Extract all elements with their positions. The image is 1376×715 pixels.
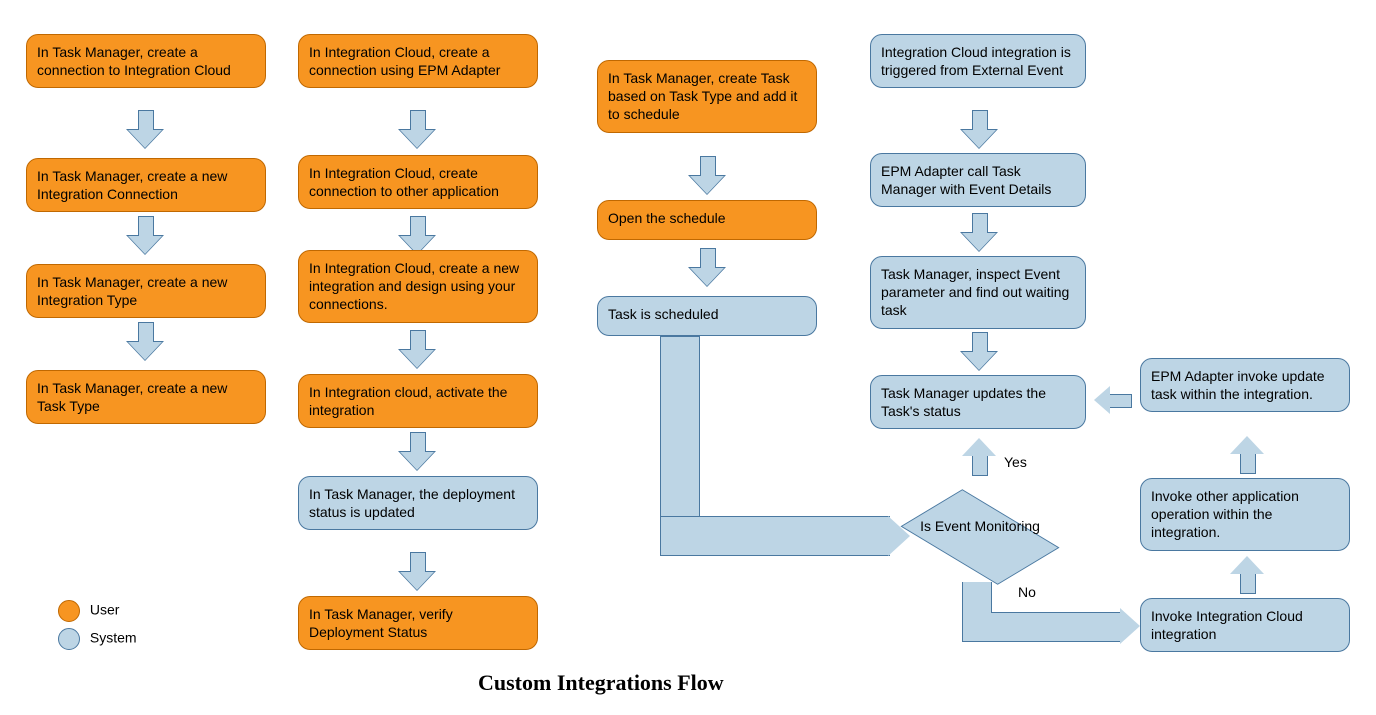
- col2-box2: In Integration Cloud, create connection …: [298, 155, 538, 209]
- down-arrow-icon: [400, 216, 434, 246]
- join-patch: [661, 517, 699, 537]
- col2-box1: In Integration Cloud, create a connectio…: [298, 34, 538, 88]
- legend-system-label: System: [90, 630, 137, 646]
- col1-box3: In Task Manager, create a new Integratio…: [26, 264, 266, 318]
- down-arrow-icon: [690, 156, 724, 196]
- up-arrow-icon: [1230, 554, 1264, 594]
- col2-box4: In Integration cloud, activate the integ…: [298, 374, 538, 428]
- up-arrow-icon: [962, 436, 996, 476]
- up-arrow-icon: [1230, 434, 1264, 474]
- col2-box5: In Task Manager, the deployment status i…: [298, 476, 538, 530]
- col3-box3: Task is scheduled: [597, 296, 817, 336]
- user-dot-icon: [58, 600, 80, 622]
- col4-box2: EPM Adapter call Task Manager with Event…: [870, 153, 1086, 207]
- col3-box2: Open the schedule: [597, 200, 817, 240]
- decision-yes-label: Yes: [1004, 454, 1027, 470]
- decision-no-label: No: [1018, 584, 1036, 600]
- col1-box1: In Task Manager, create a connection to …: [26, 34, 266, 88]
- down-arrow-icon: [962, 213, 996, 253]
- col2-box3: In Integration Cloud, create a new integ…: [298, 250, 538, 323]
- elbow-connector: [660, 336, 700, 536]
- down-arrow-icon: [400, 432, 434, 472]
- diagram-title: Custom Integrations Flow: [478, 670, 724, 696]
- col5-box1: EPM Adapter invoke update task within th…: [1140, 358, 1350, 412]
- legend-system: System: [58, 628, 137, 650]
- down-arrow-icon: [962, 110, 996, 150]
- legend-user: User: [58, 600, 119, 622]
- down-arrow-icon: [400, 552, 434, 592]
- down-arrow-icon: [400, 330, 434, 370]
- down-arrow-icon: [128, 216, 162, 256]
- decision-diamond: [900, 489, 1059, 585]
- col3-box1: In Task Manager, create Task based on Ta…: [597, 60, 817, 133]
- col5-box3: Invoke Integration Cloud integration: [1140, 598, 1350, 652]
- decision-label: Is Event Monitoring: [910, 518, 1050, 534]
- col1-box2: In Task Manager, create a new Integratio…: [26, 158, 266, 212]
- col2-box6: In Task Manager, verify Deployment Statu…: [298, 596, 538, 650]
- legend-user-label: User: [90, 602, 120, 618]
- col5-box2: Invoke other application operation withi…: [1140, 478, 1350, 551]
- down-arrow-icon: [128, 110, 162, 150]
- no-join-patch: [963, 610, 991, 624]
- col1-box4: In Task Manager, create a new Task Type: [26, 370, 266, 424]
- right-arrow-icon: [1120, 608, 1140, 644]
- col4-box1: Integration Cloud integration is trigger…: [870, 34, 1086, 88]
- col4-box3: Task Manager, inspect Event parameter an…: [870, 256, 1086, 329]
- left-arrow-icon: [1092, 386, 1132, 414]
- down-arrow-icon: [400, 110, 434, 150]
- col4-box4: Task Manager updates the Task's status: [870, 375, 1086, 429]
- down-arrow-icon: [128, 322, 162, 362]
- system-dot-icon: [58, 628, 80, 650]
- down-arrow-icon: [962, 332, 996, 372]
- down-arrow-icon: [690, 248, 724, 288]
